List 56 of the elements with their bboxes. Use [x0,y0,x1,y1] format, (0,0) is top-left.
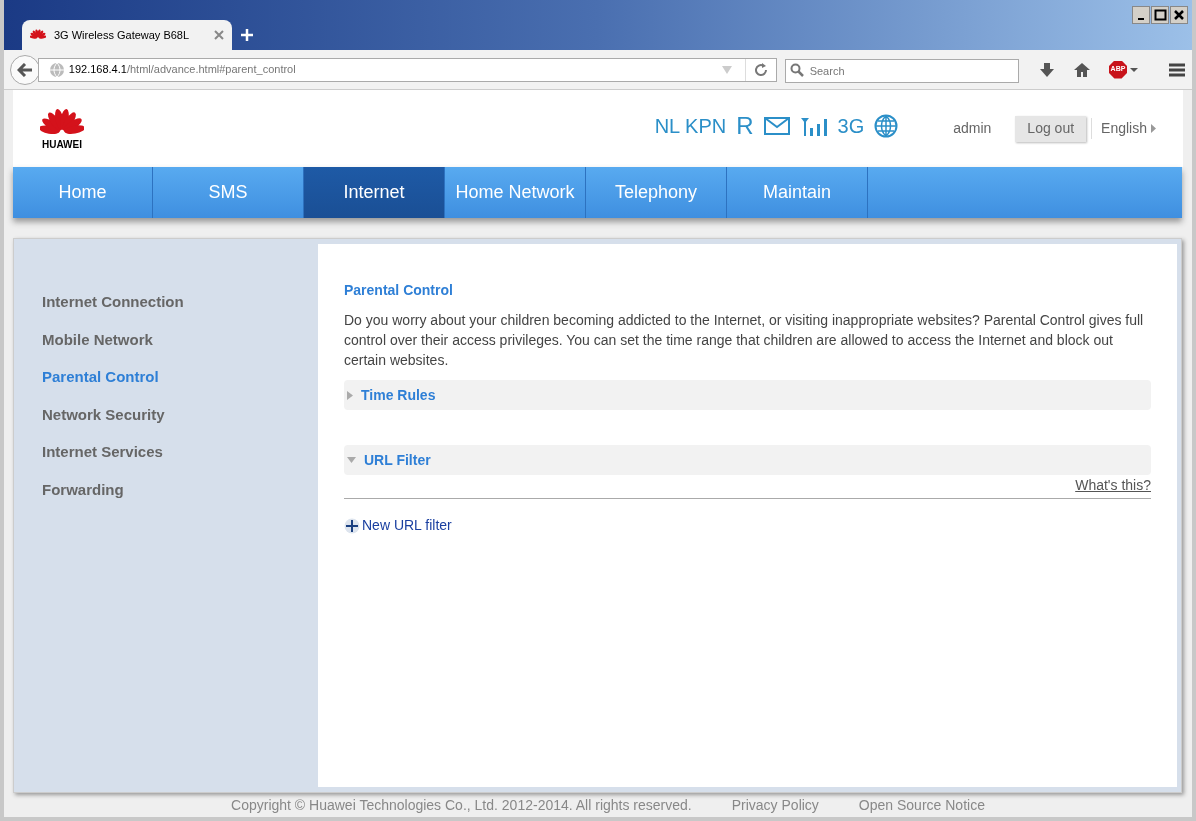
search-icon [789,62,804,77]
footer-link[interactable]: Privacy Policy [731,795,819,816]
close-icon [214,30,224,40]
logout-button[interactable]: Log out [1015,115,1087,142]
sidebar-item[interactable]: Forwarding [42,478,318,501]
globe-icon [48,61,65,78]
sidebar-item[interactable]: Network Security [42,403,318,426]
username: admin [953,119,992,138]
sidebar-item[interactable]: Internet Connection [42,291,318,314]
close-button[interactable] [1170,6,1188,24]
search-field[interactable]: Search [784,58,1019,83]
minimize-icon [1137,18,1145,20]
section-header[interactable]: Time Rules [344,380,1151,410]
browser-tab[interactable]: 3G Wireless Gateway B68L [22,20,232,50]
logo-icon [30,29,46,41]
close-icon [1173,9,1185,21]
globe-icon [874,113,899,138]
sidebar-item[interactable]: Internet Services [42,441,318,464]
roaming-indicator: R [736,110,754,141]
sidebar-item[interactable]: Parental Control [42,366,318,389]
maximize-button[interactable] [1151,6,1169,24]
address-bar[interactable]: 192.168.4.1/html/advance.html#parent_control [37,57,777,82]
back-button[interactable] [10,54,40,85]
caret-icon [1130,67,1138,72]
page-title: Parental Control [344,281,454,300]
plus-icon [241,29,253,41]
reload-icon [753,62,768,77]
section-header[interactable]: URL Filter [344,445,1151,475]
minimize-button[interactable] [1132,6,1150,24]
help-link[interactable]: What's this? [1075,475,1151,496]
footer-link[interactable]: Open Source Notice [858,795,985,816]
nav-tab[interactable]: Home Network [445,167,586,218]
nav-tab[interactable]: Telephony [586,167,727,218]
menu-icon [1168,61,1186,78]
download-icon [1039,61,1055,78]
home-icon [1073,61,1091,78]
dropdown-icon [720,64,733,75]
operator-name: NL KPN [654,113,727,139]
logo-text: HUAWEI [42,139,82,150]
back-arrow-icon [16,62,33,77]
caret-icon [1151,124,1156,133]
envelope-icon [763,116,790,135]
url-text: 192.168.4.1/html/advance.html#parent_control [68,62,297,78]
sidebar-item[interactable]: Mobile Network [42,328,318,351]
maximize-icon [1153,9,1167,21]
nav-tab[interactable]: Home [13,167,153,218]
tab-title: 3G Wireless Gateway B68L [54,27,191,43]
description: Do you worry about your children becoming addicted to the Internet, or visiting inappropriate websites? Parental Control gives full control over their access privileges. You can set the time range that children are allowed to access the Internet and block out certain websites. [344,311,1145,370]
nav-tab[interactable]: Maintain [727,167,868,218]
signal-icon [799,115,828,136]
add-url-filter-link[interactable]: New URL filter [344,515,452,536]
language-selector[interactable]: English [1091,118,1156,139]
plus-icon [344,517,360,534]
copyright-text: Copyright © Huawei Technologies Co., Ltd. 2012-2014. All rights reserved. [231,796,692,815]
network-type: 3G [837,113,865,139]
nav-tab[interactable]: Internet [304,167,445,218]
